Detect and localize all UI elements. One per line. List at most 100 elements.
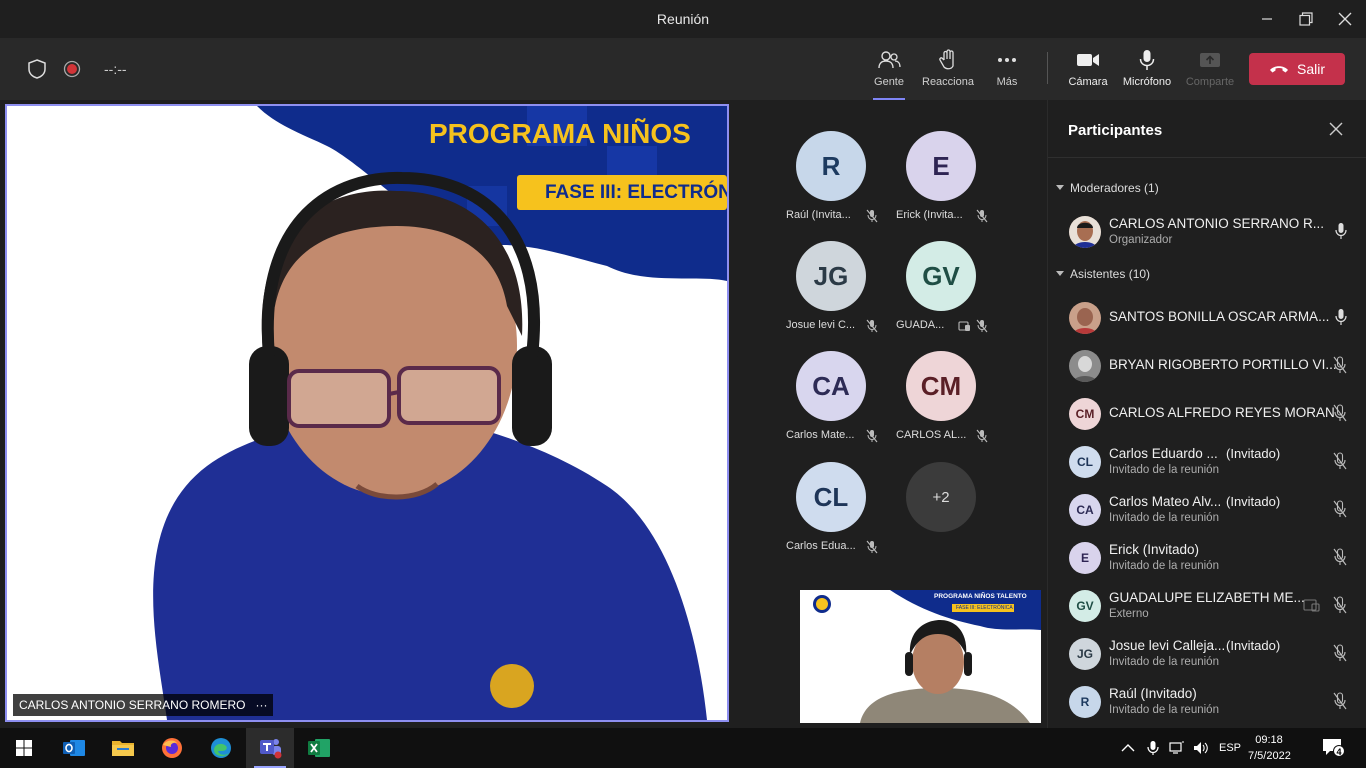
participant-role: Invitado de la reunión — [1109, 512, 1219, 524]
volume-icon[interactable] — [1193, 741, 1209, 755]
taskbar-firefox[interactable] — [148, 728, 196, 768]
more-icon — [998, 58, 1016, 62]
self-banner-phase: FASE III: ELECTRÓNICA — [956, 605, 1013, 611]
share-button[interactable]: Comparte — [1180, 48, 1240, 94]
avatar: CM — [1069, 398, 1101, 430]
participant-row[interactable]: SANTOS BONILLA OSCAR ARMA... — [1048, 294, 1366, 342]
taskbar-edge[interactable] — [197, 728, 245, 768]
participant-tile[interactable]: CM CARLOS AL... — [896, 351, 1006, 456]
chevron-down-icon — [1056, 271, 1064, 276]
toolbar-divider — [1047, 52, 1048, 84]
microphone-icon — [1335, 223, 1347, 239]
recording-icon — [63, 60, 81, 78]
participant-role: Invitado de la reunión — [1109, 560, 1219, 572]
participant-name: Raúl (Invita... — [786, 209, 851, 221]
participant-tile[interactable]: JG Josue levi C... — [786, 241, 896, 346]
participant-tile[interactable]: E Erick (Invita... — [896, 131, 1006, 236]
shield-icon[interactable] — [26, 58, 48, 80]
participant-role: Externo — [1109, 608, 1149, 620]
avatar — [1069, 302, 1101, 334]
avatar: JG — [796, 241, 866, 311]
participant-role: Invitado de la reunión — [1109, 704, 1219, 716]
overflow-tile[interactable]: +2 — [896, 462, 1006, 567]
participant-name: Raúl (Invitado) — [1109, 686, 1197, 701]
camera-icon — [1077, 54, 1099, 66]
attendees-section-toggle[interactable]: Asistentes (10) — [1056, 267, 1150, 281]
avatar-photo — [1069, 302, 1101, 334]
participant-name: CARLOS ALFREDO REYES MORAN — [1109, 405, 1335, 420]
leave-button[interactable]: Salir — [1249, 53, 1345, 85]
close-window-button[interactable] — [1322, 0, 1366, 38]
participant-tile[interactable]: CL Carlos Edua... — [786, 462, 896, 567]
microphone-button[interactable]: Micrófono — [1117, 48, 1177, 94]
muted-mic-icon — [1333, 356, 1347, 374]
start-button[interactable] — [0, 728, 48, 768]
avatar: GV — [1069, 590, 1101, 622]
participant-tile[interactable]: CA Carlos Mate... — [786, 351, 896, 456]
muted-mic-icon — [866, 319, 878, 333]
leave-label: Salir — [1296, 61, 1325, 77]
taskbar-outlook[interactable] — [50, 728, 98, 768]
moderators-section-toggle[interactable]: Moderadores (1) — [1056, 181, 1159, 195]
camera-button[interactable]: Cámara — [1058, 48, 1118, 94]
microphone-icon — [1335, 309, 1347, 325]
close-panel-button[interactable] — [1329, 120, 1343, 141]
camera-label: Cámara — [1068, 76, 1108, 88]
system-tray: ESP — [1121, 728, 1255, 768]
participant-row[interactable]: JG Josue levi Calleja... (Invitado) Invi… — [1048, 630, 1366, 678]
firefox-icon — [162, 738, 182, 758]
avatar: CL — [1069, 446, 1101, 478]
microphone-icon — [1139, 50, 1155, 70]
participant-name: CARLOS ANTONIO SERRANO R... — [1109, 216, 1325, 231]
avatar: CA — [796, 351, 866, 421]
muted-mic-icon — [866, 540, 878, 554]
react-button[interactable]: Reacciona — [918, 48, 978, 94]
participant-row[interactable]: CARLOS ANTONIO SERRANO R... Organizador — [1048, 208, 1366, 256]
microphone-in-use-icon[interactable] — [1147, 740, 1159, 756]
overflow-count: +2 — [906, 462, 976, 532]
restore-icon — [1299, 12, 1313, 26]
muted-mic-icon — [1333, 500, 1347, 518]
react-label: Reacciona — [922, 76, 974, 88]
participant-row[interactable]: CL Carlos Eduardo ... (Invitado) Invitad… — [1048, 438, 1366, 486]
chevron-up-icon[interactable] — [1121, 743, 1135, 753]
avatar-photo — [1069, 216, 1101, 248]
participant-name: CARLOS AL... — [896, 429, 967, 441]
participant-row[interactable]: R Raúl (Invitado) Invitado de la reunión — [1048, 678, 1366, 726]
taskbar-excel[interactable] — [295, 728, 343, 768]
participant-row[interactable]: GV GUADALUPE ELIZABETH ME... Externo — [1048, 582, 1366, 630]
panel-title: Participantes — [1068, 122, 1163, 139]
participant-row[interactable]: BRYAN RIGOBERTO PORTILLO VI... — [1048, 342, 1366, 390]
network-icon[interactable] — [1169, 741, 1185, 755]
participant-name: BRYAN RIGOBERTO PORTILLO VI... — [1109, 357, 1337, 372]
taskbar-file-explorer[interactable] — [99, 728, 147, 768]
avatar: CL — [796, 462, 866, 532]
meeting-stage: PROGRAMA NIÑOS FASE III: ELECTRÓN CARLOS… — [0, 100, 1047, 728]
participant-row[interactable]: CM CARLOS ALFREDO REYES MORAN — [1048, 390, 1366, 438]
windows-logo-icon — [16, 740, 32, 756]
participant-tile[interactable]: R Raúl (Invita... — [786, 131, 896, 236]
participant-name: Josue levi C... — [786, 319, 856, 331]
mobile-device-icon — [1303, 599, 1320, 612]
speaker-name: CARLOS ANTONIO SERRANO ROMERO — [19, 698, 246, 712]
notification-center-button[interactable]: 4 — [1322, 738, 1346, 760]
self-video-preview[interactable]: PROGRAMA NIÑOS TALENTO FASE III: ELECTRÓ… — [800, 590, 1041, 723]
people-button[interactable]: Gente — [859, 48, 919, 100]
input-language[interactable]: ESP — [1219, 742, 1241, 754]
avatar: CM — [906, 351, 976, 421]
invited-tag: (Invitado) — [1226, 494, 1281, 509]
tile-more-button[interactable]: ··· — [255, 698, 267, 712]
muted-mic-icon — [1333, 548, 1347, 566]
more-button[interactable]: Más — [977, 48, 1037, 94]
main-video-tile[interactable]: PROGRAMA NIÑOS FASE III: ELECTRÓN CARLOS… — [5, 104, 729, 722]
taskbar-teams[interactable] — [246, 728, 294, 768]
participant-row[interactable]: E Erick (Invitado) Invitado de la reunió… — [1048, 534, 1366, 582]
clock[interactable]: 09:18 7/5/2022 — [1248, 732, 1291, 764]
participant-row[interactable]: CA Carlos Mateo Alv... (Invitado) Invita… — [1048, 486, 1366, 534]
people-label: Gente — [874, 76, 904, 88]
participant-tile[interactable]: GV GUADA... — [896, 241, 1006, 346]
teams-icon — [260, 739, 282, 759]
banner-title: PROGRAMA NIÑOS — [429, 118, 691, 149]
muted-mic-icon — [1333, 644, 1347, 662]
moderators-header: Moderadores (1) — [1070, 181, 1159, 195]
